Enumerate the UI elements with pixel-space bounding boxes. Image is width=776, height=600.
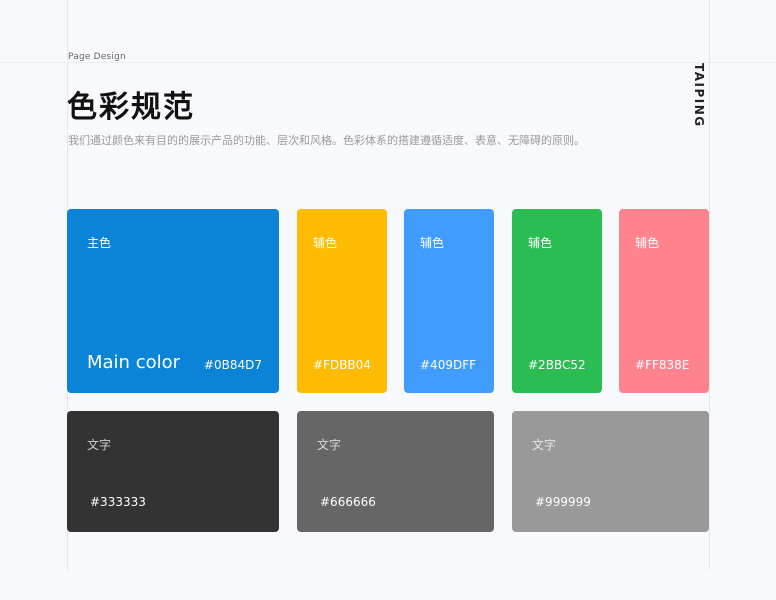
accent-card-pink: 辅色 #FF838E: [619, 209, 709, 393]
text-color-card-dark: 文字 #333333: [67, 411, 279, 532]
accent-hex: #2BBC52: [528, 358, 586, 372]
main-color-hex: #0B84D7: [203, 358, 262, 372]
accent-card-yellow: 辅色 #FDBB04: [297, 209, 387, 393]
text-color-hex: #333333: [90, 495, 146, 509]
guide-line-top: [0, 62, 776, 63]
accent-card-green: 辅色 #2BBC52: [512, 209, 602, 393]
page-kicker: Page Design: [68, 52, 126, 62]
accent-label: 辅色: [635, 236, 660, 250]
text-color-card-light: 文字 #999999: [512, 411, 709, 532]
accent-hex: #FF838E: [635, 358, 690, 372]
text-color-card-medium: 文字 #666666: [297, 411, 494, 532]
page-title: 色彩规范: [67, 90, 195, 125]
main-color-name: Main color: [87, 352, 181, 373]
brand-label: TAIPING: [692, 63, 706, 128]
guide-line-right: [709, 0, 710, 570]
page-description: 我们通过颜色来有目的的展示产品的功能、层次和风格。色彩体系的搭建遵循适度、表意、…: [68, 134, 585, 147]
main-color-card: 主色 Main color #0B84D7: [67, 209, 279, 393]
text-color-hex: #999999: [535, 495, 591, 509]
main-color-label: 主色: [87, 236, 112, 250]
accent-card-blue: 辅色 #409DFF: [404, 209, 494, 393]
text-color-label: 文字: [87, 438, 112, 452]
accent-hex: #FDBB04: [313, 358, 371, 372]
accent-label: 辅色: [528, 236, 553, 250]
text-color-label: 文字: [317, 438, 342, 452]
accent-hex: #409DFF: [420, 358, 477, 372]
text-color-hex: #666666: [320, 495, 376, 509]
accent-label: 辅色: [313, 236, 338, 250]
text-color-label: 文字: [532, 438, 557, 452]
accent-label: 辅色: [420, 236, 445, 250]
